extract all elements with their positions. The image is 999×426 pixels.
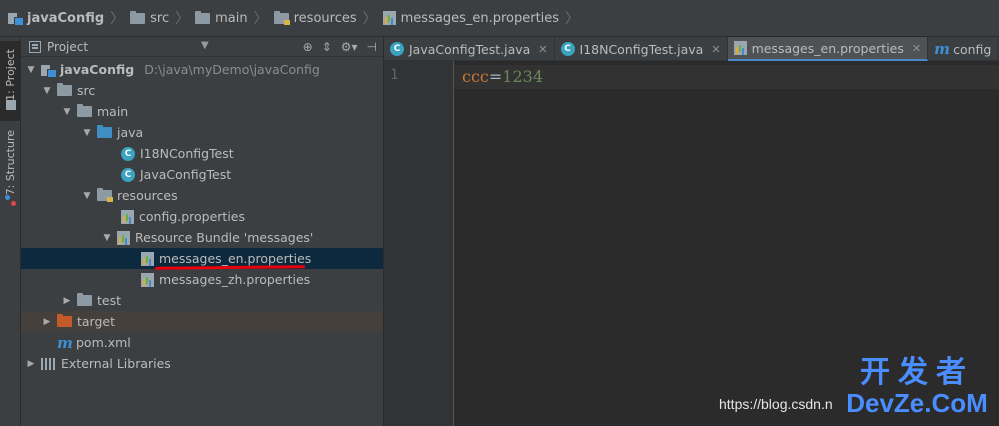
breadcrumb-separator: 〉	[565, 11, 580, 27]
properties-file-icon	[382, 11, 396, 25]
chevron-down-icon[interactable]: ▼	[201, 40, 209, 51]
collapsed-arrow-icon[interactable]: ▶	[25, 359, 37, 369]
tree-item-resource-bundle[interactable]: ▼ Resource Bundle 'messages'	[21, 227, 383, 248]
collapsed-arrow-icon[interactable]: ▶	[61, 296, 73, 306]
expanded-arrow-icon[interactable]: ▼	[81, 191, 93, 201]
project-panel: Project ▼ ⊕ ⇕ ⚙▾ ⊣ ▼ javaConfig D:\java\…	[21, 37, 384, 426]
tree-item-external-libraries[interactable]: ▶ External Libraries	[21, 353, 383, 374]
breadcrumb-separator: 〉	[362, 11, 377, 27]
tree-item-pom-xml[interactable]: m pom.xml	[21, 332, 383, 353]
breadcrumb-resources[interactable]: resources	[273, 0, 361, 37]
project-view-icon	[29, 40, 41, 53]
project-tree: ▼ javaConfig D:\java\myDemo\javaConfig ▼…	[21, 59, 383, 374]
tree-item-messages-zh-properties[interactable]: messages_zh.properties	[21, 269, 383, 290]
class-icon: C	[121, 146, 135, 161]
project-tool-tab[interactable]: 1: Project	[0, 41, 21, 121]
tab-javaconfigtest-java[interactable]: C JavaConfigTest.java ✕	[384, 37, 555, 61]
project-header-tools: ⊕ ⇕ ⚙▾ ⊣	[303, 37, 377, 57]
code-line[interactable]: ccc=1234	[462, 67, 543, 86]
line-number-gutter: 1	[384, 61, 454, 426]
resource-bundle-icon	[117, 230, 130, 245]
breadcrumb-separator: 〉	[175, 11, 190, 27]
properties-file-icon	[733, 41, 747, 55]
folder-icon	[77, 104, 92, 117]
structure-tool-tab[interactable]: 7: Structure	[0, 127, 21, 209]
class-icon: C	[390, 42, 404, 56]
properties-file-icon	[141, 272, 154, 287]
project-panel-header: Project ▼ ⊕ ⇕ ⚙▾ ⊣	[21, 37, 383, 57]
folder-icon	[57, 83, 72, 96]
project-view-selector[interactable]: Project	[47, 40, 88, 54]
expanded-arrow-icon[interactable]: ▼	[81, 128, 93, 138]
tab-messages-en-properties[interactable]: messages_en.properties ✕	[727, 37, 929, 61]
expanded-arrow-icon[interactable]: ▼	[41, 86, 53, 96]
property-separator: =	[488, 67, 503, 86]
tree-item-config-properties[interactable]: config.properties	[21, 206, 383, 227]
properties-file-icon	[141, 251, 154, 266]
gear-icon[interactable]: ⚙▾	[341, 40, 358, 54]
class-icon: C	[560, 42, 575, 56]
breadcrumb-separator: 〉	[110, 11, 125, 27]
tree-item-test[interactable]: ▶ test	[21, 290, 383, 311]
breadcrumb-javaconfig[interactable]: javaConfig	[8, 0, 108, 37]
expanded-arrow-icon[interactable]: ▼	[61, 107, 73, 117]
breadcrumb-main[interactable]: main	[195, 0, 251, 37]
resources-folder-icon	[97, 188, 113, 202]
maven-icon: m	[57, 333, 73, 352]
navigation-bar: javaConfig 〉 src 〉 main 〉 resources 〉 me…	[0, 0, 999, 37]
close-icon[interactable]: ✕	[711, 43, 720, 56]
properties-file-icon	[121, 209, 134, 224]
editor-tab-bar: C JavaConfigTest.java ✕ C I18NConfigTest…	[384, 37, 999, 61]
tree-item-java[interactable]: ▼ java	[21, 122, 383, 143]
project-tool-icon	[5, 100, 16, 111]
tree-item-main[interactable]: ▼ main	[21, 101, 383, 122]
tree-item-javaconfigtest[interactable]: C JavaConfigTest	[21, 164, 383, 185]
tree-item-resources[interactable]: ▼ resources	[21, 185, 383, 206]
expanded-arrow-icon[interactable]: ▼	[101, 233, 113, 243]
tool-window-stripe: 1: Project 7: Structure	[0, 37, 21, 426]
collapse-all-icon[interactable]: ⇕	[322, 40, 332, 54]
tab-config[interactable]: m config	[928, 37, 999, 61]
folder-icon	[195, 10, 211, 24]
resources-folder-icon	[273, 10, 290, 25]
breadcrumb-messages-en[interactable]: messages_en.properties	[382, 0, 563, 37]
tree-item-src[interactable]: ▼ src	[21, 80, 383, 101]
library-icon	[41, 357, 56, 370]
watermark-logo: 开发者 DevZe.CoM	[846, 355, 988, 418]
maven-icon: m	[934, 40, 950, 58]
tab-i18nconfigtest-java[interactable]: C I18NConfigTest.java ✕	[555, 37, 728, 61]
folder-icon	[130, 10, 146, 24]
structure-tool-icon	[5, 195, 16, 207]
watermark-url: https://blog.csdn.n	[719, 396, 833, 412]
close-icon[interactable]: ✕	[912, 42, 921, 55]
locate-icon[interactable]: ⊕	[303, 40, 313, 54]
breadcrumb-src[interactable]: src	[130, 0, 173, 37]
module-icon	[41, 64, 57, 78]
collapsed-arrow-icon[interactable]: ▶	[41, 317, 53, 327]
close-icon[interactable]: ✕	[538, 43, 547, 56]
breadcrumb-separator: 〉	[253, 11, 268, 27]
tree-item-target[interactable]: ▶ target	[21, 311, 383, 332]
excluded-folder-icon	[57, 314, 72, 327]
folder-icon	[77, 293, 92, 306]
tree-item-javaconfig[interactable]: ▼ javaConfig D:\java\myDemo\javaConfig	[21, 59, 383, 80]
source-folder-icon	[97, 125, 112, 138]
property-key: ccc	[462, 67, 489, 86]
expanded-arrow-icon[interactable]: ▼	[25, 65, 37, 75]
hide-panel-icon[interactable]: ⊣	[367, 40, 377, 54]
module-icon	[8, 12, 24, 26]
line-number: 1	[390, 67, 399, 83]
property-value: 1234	[502, 67, 544, 86]
tree-item-i18nconfigtest[interactable]: C I18NConfigTest	[21, 143, 383, 164]
class-icon: C	[121, 167, 135, 182]
